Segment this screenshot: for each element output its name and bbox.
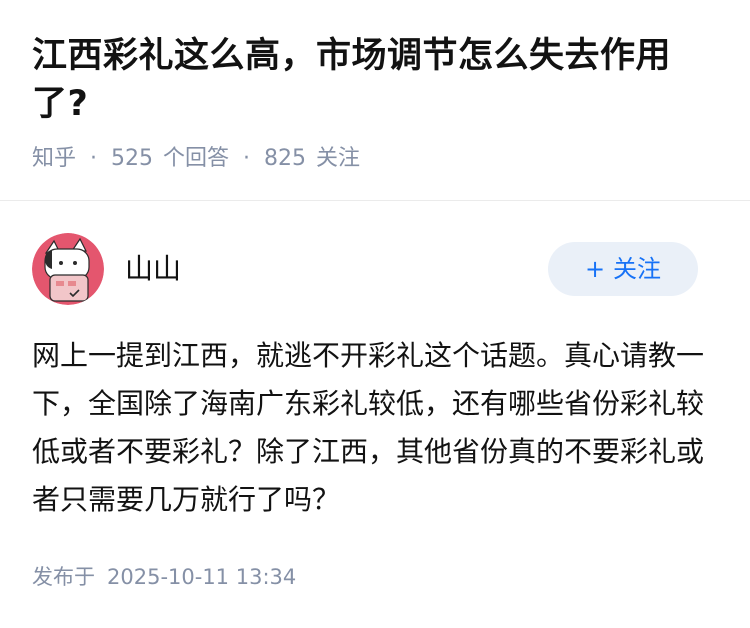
question-header: 江西彩礼这么高，市场调节怎么失去作用了? 知乎 · 525 个回答 · 825 关注 <box>0 0 750 200</box>
follower-count: 825 <box>264 146 307 171</box>
author-name[interactable]: 山山 <box>125 251 181 287</box>
answer-content: 网上一提到江西，就逃不开彩礼这个话题。真心请教一下，全国除了海南广东彩礼较低，还… <box>32 339 705 516</box>
meta-separator: · <box>243 146 251 171</box>
answer-count[interactable]: 525 <box>111 144 153 174</box>
published-time: 2025-10-11 13:34 <box>107 565 297 589</box>
follower-label: 关注 <box>316 146 361 171</box>
question-meta: 知乎 · 525 个回答 · 825 关注 <box>32 144 360 174</box>
plus-icon: + <box>584 255 606 283</box>
question-title[interactable]: 江西彩礼这么高，市场调节怎么失去作用了? <box>32 32 702 128</box>
published-label: 发布于 <box>32 565 95 589</box>
answer-time: 发布于 2025-10-11 13:34 <box>32 562 296 592</box>
follow-label: 关注 <box>613 255 662 283</box>
meta-separator: · <box>90 146 98 171</box>
answer-author: 山山 + 关注 <box>32 233 702 305</box>
source-label[interactable]: 知乎 <box>32 144 76 174</box>
section-divider <box>0 200 750 201</box>
answer-count-label[interactable]: 个回答 <box>163 144 229 174</box>
cartoon-cat-avatar-icon[interactable] <box>32 233 104 305</box>
follow-button[interactable]: + 关注 <box>548 242 698 296</box>
